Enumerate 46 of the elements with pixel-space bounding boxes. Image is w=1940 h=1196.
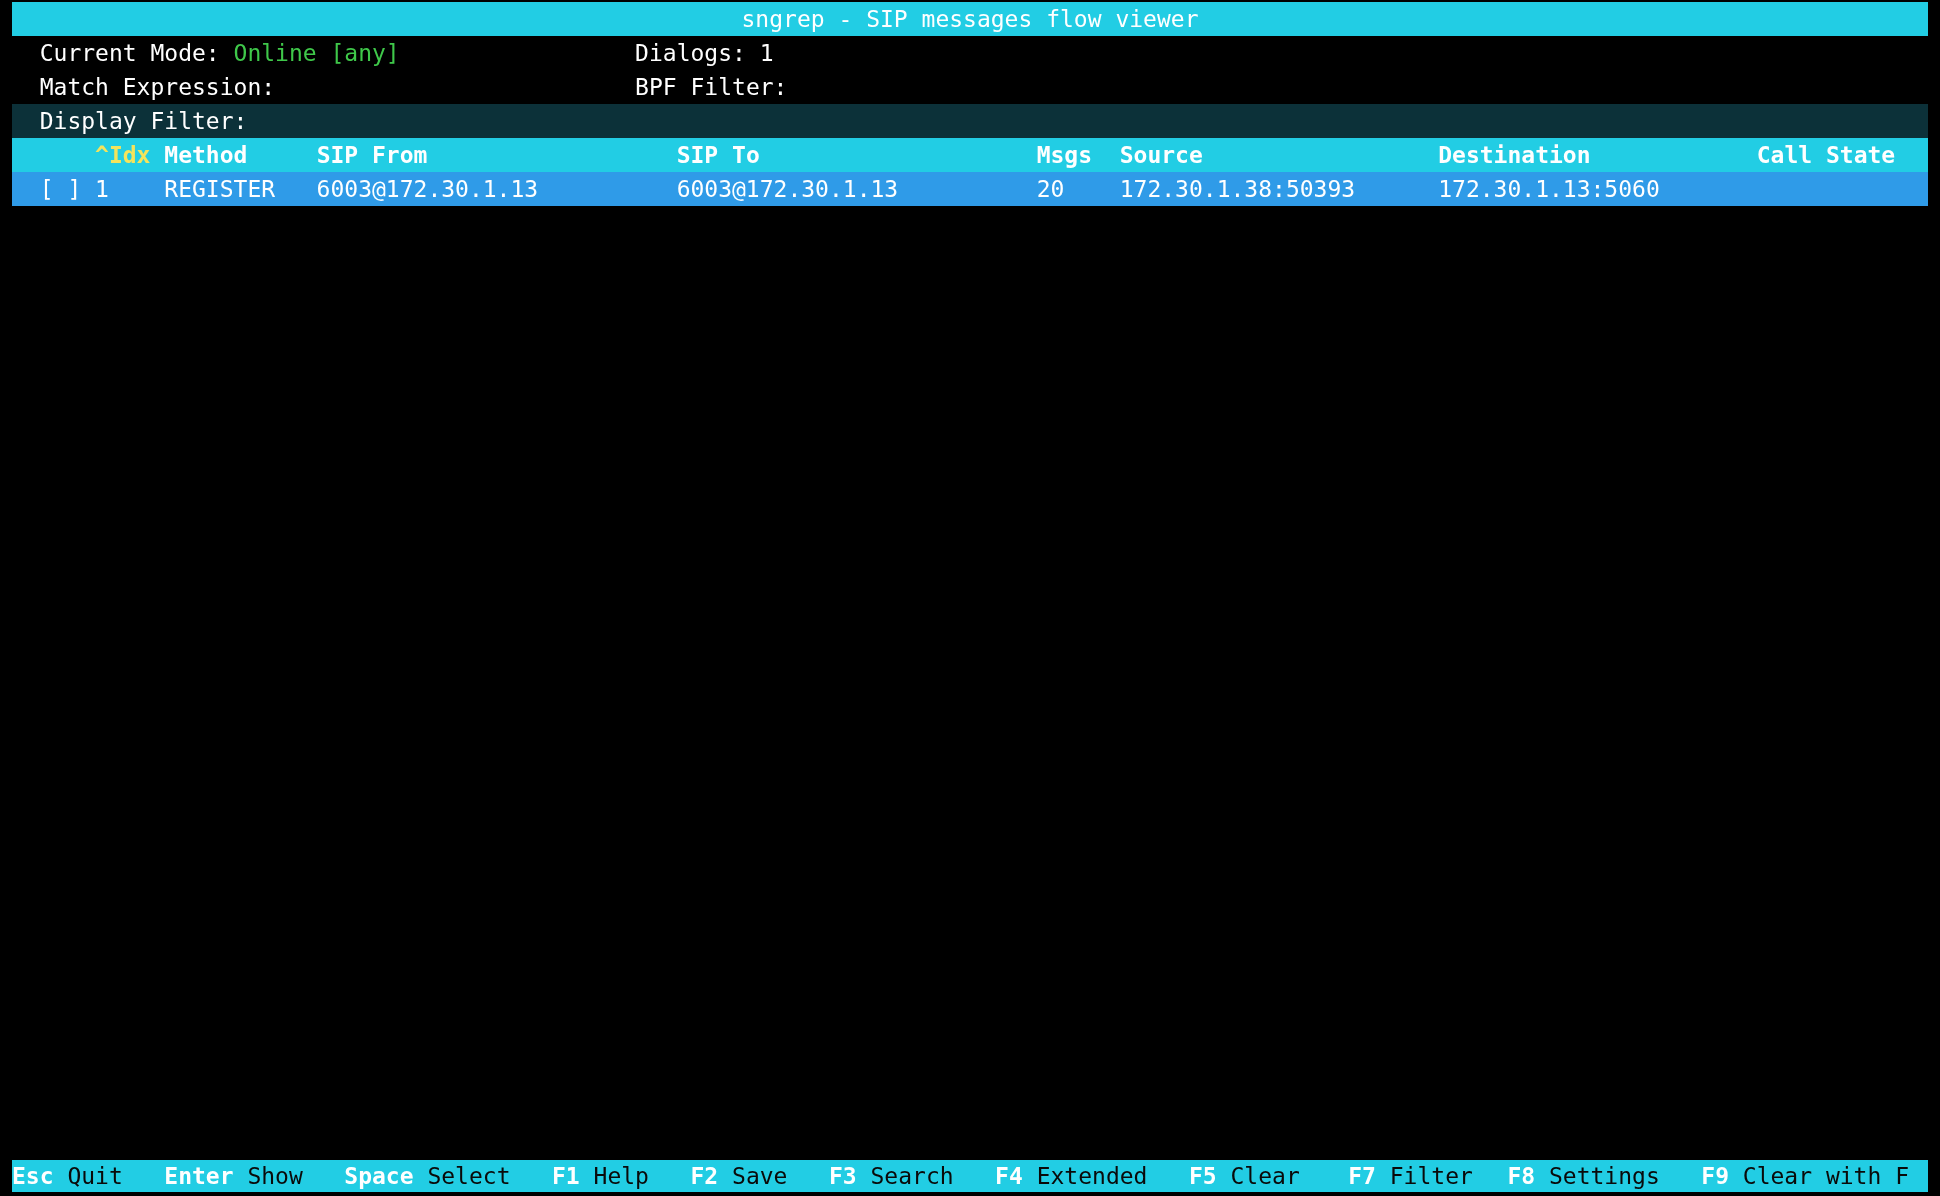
shortcut-key[interactable]: F9 [1701, 1160, 1729, 1192]
shortcut-action[interactable]: Clear [1230, 1160, 1300, 1192]
table-cell-text: 172.30.1.13:5060 [1438, 175, 1661, 204]
dialogs-count: Dialogs: 1 [635, 39, 774, 68]
column-header[interactable]: Source [1119, 138, 1439, 172]
info-label: Current Mode: [39, 39, 220, 68]
table-cell-text: 20 [1036, 175, 1066, 204]
shortcut-key[interactable]: F4 [995, 1160, 1023, 1192]
shortcut-key[interactable]: Esc [12, 1160, 54, 1192]
shortcut-action[interactable]: Show [247, 1160, 303, 1192]
shortcut-action[interactable]: Extended [1036, 1160, 1148, 1192]
shortcut-action[interactable]: Select [427, 1160, 511, 1192]
column-header[interactable]: Method [164, 138, 317, 172]
display-filter-label: Display Filter: [39, 107, 248, 136]
mode-value: Online [any] [233, 39, 400, 68]
shortcut-key[interactable]: F3 [828, 1160, 857, 1192]
table-row[interactable]: [ ] 1 REGISTER 6003@172.30.1.13 6003@172.30.1.13 20 172.30.1.38:50393 172.30.1.13:5060 [12, 172, 1928, 206]
shortcut-key[interactable]: F8 [1507, 1160, 1536, 1192]
column-header[interactable]: ^Idx [95, 138, 165, 172]
table-cell-text: REGISTER [164, 175, 277, 204]
shortcut-key[interactable]: F2 [690, 1160, 719, 1192]
window-title: sngrep - SIP messages flow viewer [741, 5, 1199, 34]
shortcut-action[interactable]: Save [732, 1160, 788, 1192]
shortcut-key[interactable]: Space [344, 1160, 414, 1192]
table-cell-text: 6003@172.30.1.13 [316, 175, 540, 204]
table-cell-text: 172.30.1.38:50393 [1119, 175, 1357, 204]
row-checkbox[interactable]: [ ] [39, 172, 96, 206]
shortcut-action[interactable]: Filter [1389, 1160, 1473, 1192]
table-cell-text: 1 [95, 175, 110, 204]
column-header[interactable]: Call State [1756, 138, 1909, 172]
column-header[interactable]: SIP To [676, 138, 1037, 172]
shortcut-key[interactable]: F1 [552, 1160, 580, 1192]
table-cell-text: 6003@172.30.1.13 [676, 175, 900, 204]
info-label: BPF Filter: [635, 73, 788, 102]
column-header[interactable]: SIP From [316, 138, 677, 172]
shortcut-key[interactable]: F5 [1188, 1160, 1217, 1192]
shortcut-action[interactable]: Clear with F [1742, 1160, 1909, 1192]
shortcut-action[interactable]: Quit [67, 1160, 123, 1192]
shortcut-action[interactable]: Search [870, 1160, 954, 1192]
shortcut-action[interactable]: Help [593, 1160, 649, 1192]
shortcut-key[interactable]: F7 [1348, 1160, 1376, 1192]
column-header[interactable]: Msgs [1036, 138, 1120, 172]
shortcut-key[interactable]: Enter [164, 1160, 234, 1192]
shortcut-action[interactable]: Settings [1549, 1160, 1660, 1192]
column-header[interactable]: Destination [1438, 138, 1757, 172]
info-label: Match Expression: [39, 73, 276, 102]
